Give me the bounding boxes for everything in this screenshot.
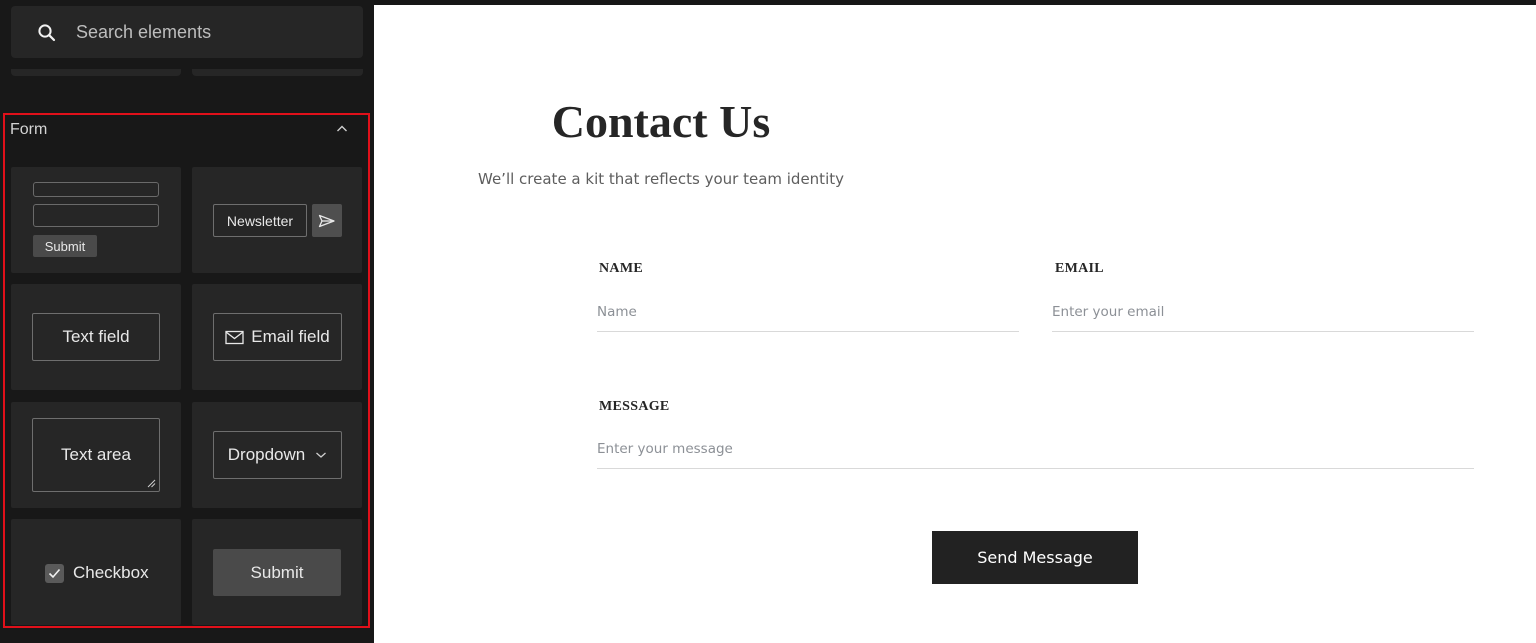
mail-icon (225, 330, 244, 344)
previous-tile-stub (11, 69, 181, 76)
checkbox-icon (45, 563, 64, 583)
text-field-tile[interactable]: Text field (11, 284, 181, 390)
text-area-label: Text area (32, 418, 160, 492)
email-input[interactable] (1052, 292, 1474, 332)
dropdown-preview: Dropdown (213, 431, 342, 479)
dropdown-label: Dropdown (227, 445, 306, 464)
dropdown-tile[interactable]: Dropdown (192, 402, 362, 508)
message-label: MESSAGE (599, 399, 670, 414)
checkbox-preview: Checkbox (45, 563, 149, 583)
mini-submit-button: Submit (33, 235, 97, 257)
mini-input (33, 204, 159, 227)
send-button (312, 204, 342, 237)
page-subtitle: We’ll create a kit that reflects your te… (478, 170, 844, 188)
search-icon (38, 24, 56, 42)
checkbox-label: Checkbox (73, 563, 149, 582)
send-icon (318, 214, 335, 227)
text-area-tile[interactable]: Text area (11, 402, 181, 508)
search-input[interactable] (65, 6, 355, 58)
email-field-tile[interactable]: Email field (192, 284, 362, 390)
submit-button-preview: Submit (213, 549, 341, 596)
search-bar (11, 6, 363, 58)
send-message-button[interactable]: Send Message (932, 531, 1138, 584)
chevron-down-icon (316, 452, 327, 458)
name-input[interactable] (597, 292, 1019, 332)
email-field-preview: Email field (213, 313, 342, 361)
previous-tile-stub (192, 69, 363, 76)
submit-tile[interactable]: Submit (192, 519, 362, 625)
email-label: EMAIL (1055, 261, 1104, 276)
resize-handle-icon (147, 479, 156, 488)
checkbox-tile[interactable]: Checkbox (11, 519, 181, 625)
text-field-label: Text field (32, 313, 160, 361)
page-title: Contact Us (551, 96, 771, 147)
name-label: NAME (599, 261, 643, 276)
email-field-label: Email field (251, 327, 330, 346)
newsletter-input: Newsletter (213, 204, 307, 237)
message-input[interactable] (597, 429, 1474, 469)
